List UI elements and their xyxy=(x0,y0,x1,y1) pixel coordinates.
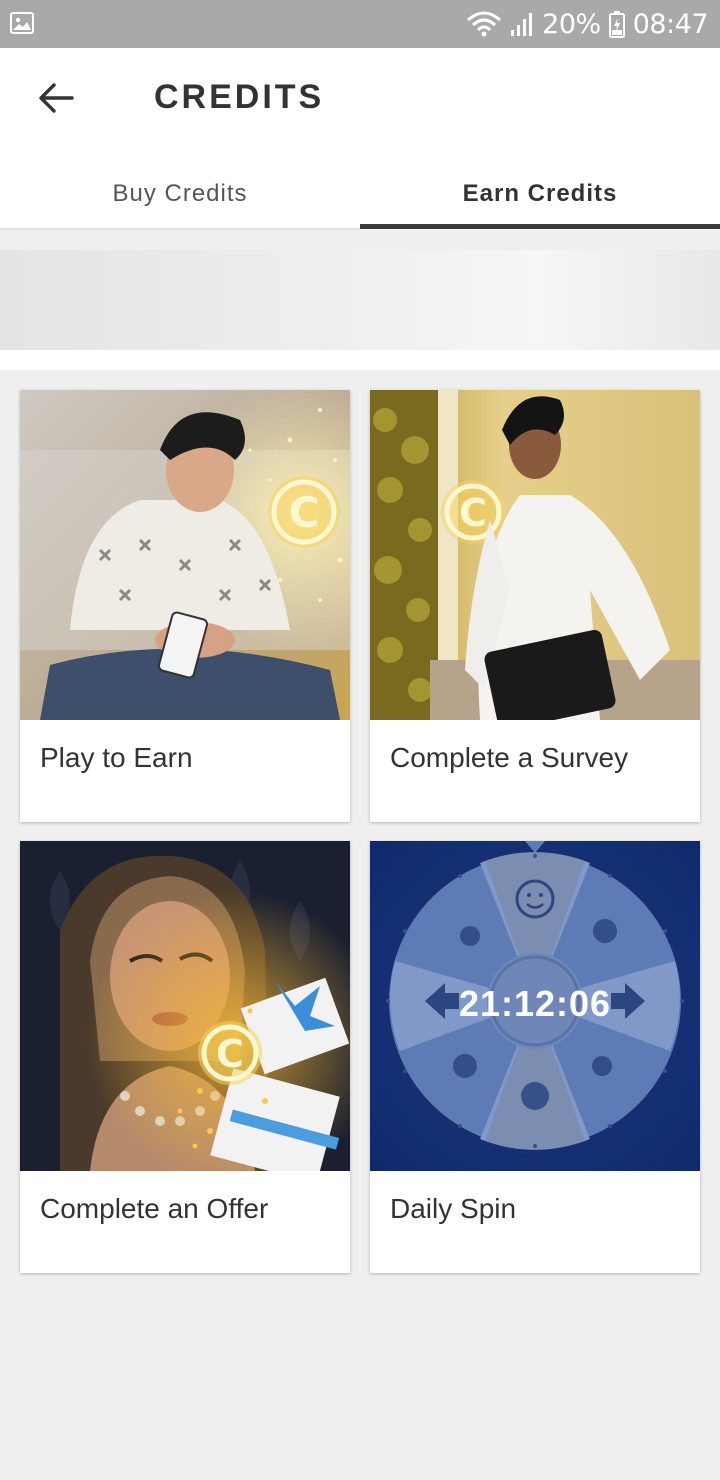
banner-spacer xyxy=(0,350,720,370)
svg-text:C: C xyxy=(459,491,487,535)
battery-percent: 20% xyxy=(542,8,601,40)
arrow-left-icon xyxy=(39,83,74,113)
complete-survey-image: C xyxy=(370,390,700,720)
card-play-to-earn[interactable]: C Play to Earn xyxy=(20,390,350,822)
svg-text:C: C xyxy=(216,1032,244,1076)
card-label: Daily Spin xyxy=(390,1193,517,1224)
wifi-icon xyxy=(467,11,502,37)
tab-bar: Buy Credits Earn Credits xyxy=(0,158,720,230)
card-label: Complete an Offer xyxy=(40,1193,269,1224)
complete-offer-image: C xyxy=(20,841,350,1171)
tab-divider xyxy=(0,228,360,230)
back-button[interactable] xyxy=(30,76,82,120)
play-to-earn-image: C xyxy=(20,390,350,720)
banner-placeholder xyxy=(0,250,720,350)
page-title: CREDITS xyxy=(154,78,325,116)
gallery-icon xyxy=(10,12,34,34)
card-label: Complete a Survey xyxy=(390,742,629,773)
spin-timer: 21:12:06 xyxy=(458,983,612,1024)
status-bar: 20% 08:47 xyxy=(0,0,720,48)
clock: 08:47 xyxy=(632,8,709,40)
card-label: Play to Earn xyxy=(40,742,193,773)
card-complete-offer[interactable]: C Complete an Offer xyxy=(20,841,350,1273)
tab-buy-credits[interactable]: Buy Credits xyxy=(0,158,360,230)
tab-earn-credits[interactable]: Earn Credits xyxy=(360,158,720,230)
card-daily-spin[interactable]: 21:12:06 Daily Spin xyxy=(370,841,700,1273)
signal-icon xyxy=(511,13,533,36)
app-header: CREDITS Buy Credits Earn Credits xyxy=(0,48,720,230)
svg-text:C: C xyxy=(289,488,320,537)
active-tab-indicator xyxy=(360,224,720,229)
battery-icon xyxy=(608,11,625,38)
card-complete-survey[interactable]: C Complete a Survey xyxy=(370,390,700,822)
